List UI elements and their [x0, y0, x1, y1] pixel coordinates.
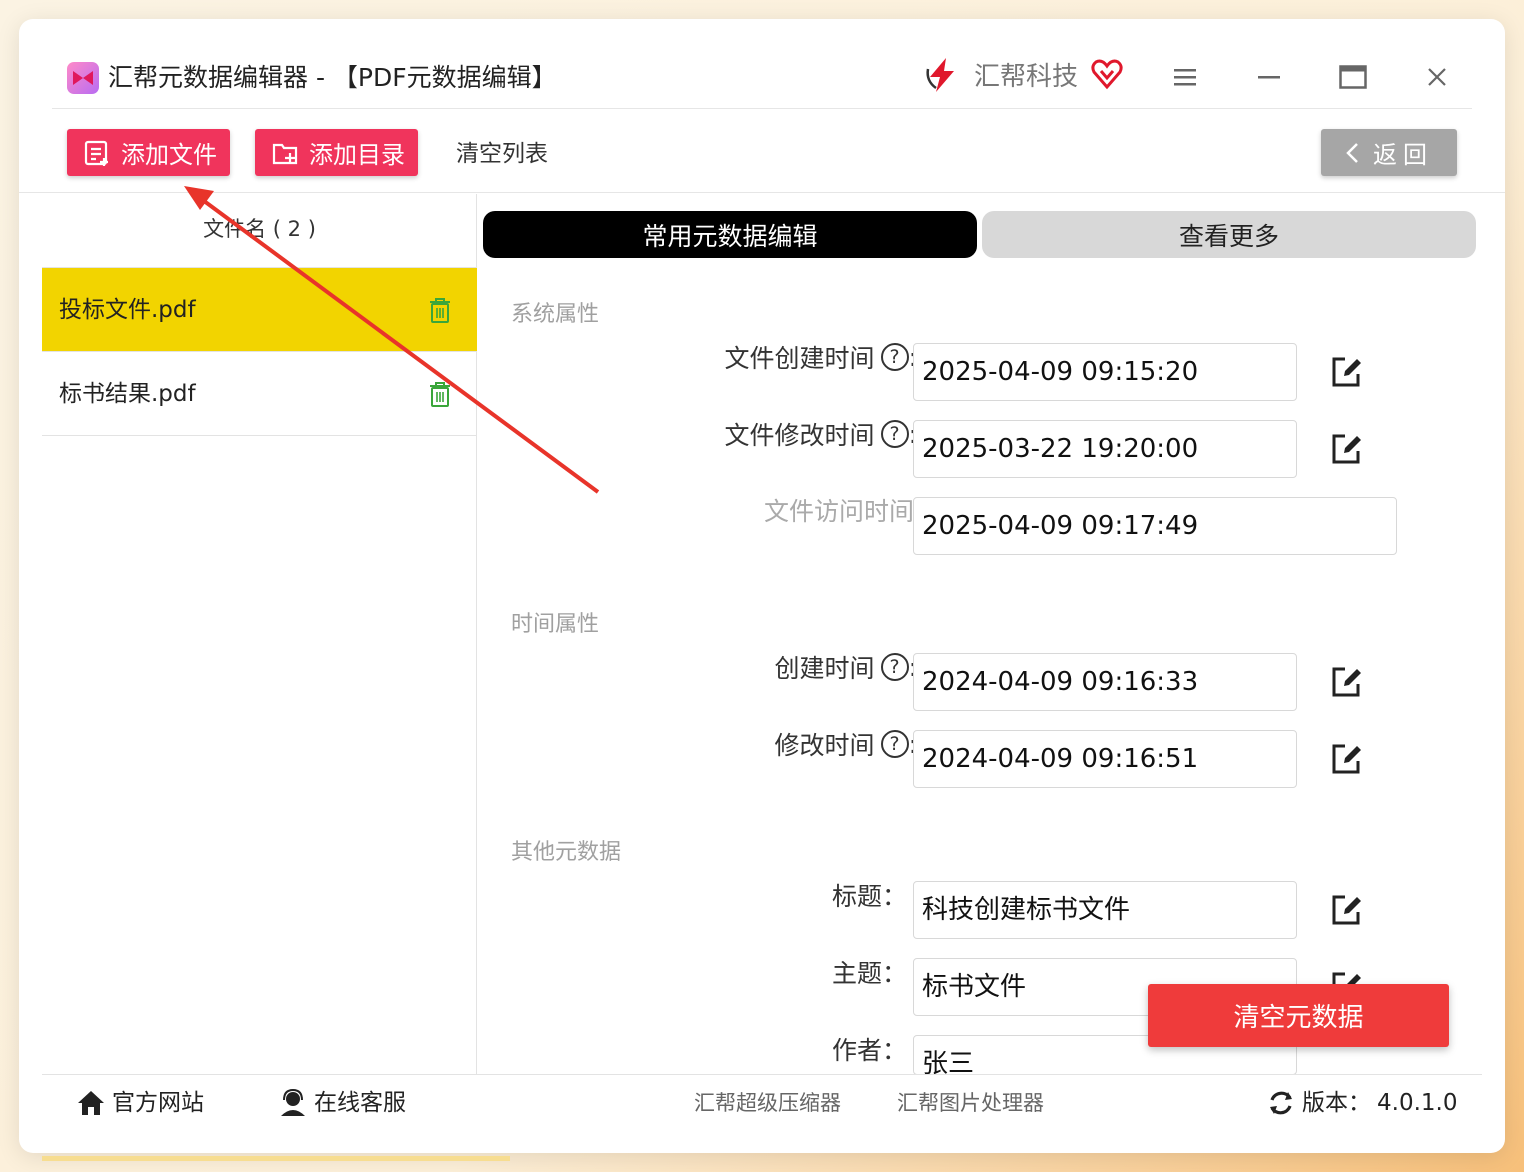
back-button[interactable]: 返回 [1321, 129, 1457, 176]
section-title-time: 时间属性 [511, 612, 600, 637]
version-info: 版本： 4.0.1.0 [1266, 1087, 1457, 1119]
tab-view-more[interactable]: 查看更多 [982, 211, 1476, 258]
trash-icon[interactable] [428, 296, 452, 324]
footer: 官方网站 在线客服 汇帮超级压缩器 汇帮图片处理器 版本： 4.0.1.0 [42, 1074, 1482, 1132]
field-label-author: 作者： [832, 1031, 907, 1067]
edit-icon[interactable] [1330, 432, 1364, 466]
toolbar: 添加文件 添加目录 清空列表 返回 [19, 109, 1505, 193]
field-label-text: 创建时间 [774, 654, 875, 683]
version-value: 4.0.1.0 [1377, 1090, 1458, 1116]
refresh-icon[interactable] [1266, 1088, 1296, 1118]
menu-icon[interactable] [1167, 59, 1203, 95]
metadata-panel: 常用元数据编辑 查看更多 系统属性 文件创建时间?: 2025-04-09 09… [478, 194, 1482, 1079]
brand-logo-icon [926, 58, 954, 92]
modified-time-input[interactable]: 2024-04-09 09:16:51 [913, 730, 1297, 788]
field-label-text: 文件访问时间 [763, 497, 914, 526]
section-title-other: 其他元数据 [511, 840, 622, 865]
section-title-system: 系统属性 [511, 302, 600, 327]
field-label-text: 文件修改时间 [724, 421, 875, 450]
title-bar: 汇帮元数据编辑器 - 【PDF元数据编辑】 汇帮科技 [52, 19, 1472, 109]
version-label: 版本： [1302, 1090, 1371, 1116]
window-title: 汇帮元数据编辑器 - 【PDF元数据编辑】 [108, 63, 557, 92]
help-icon[interactable]: ? [880, 730, 909, 758]
home-icon [78, 1091, 104, 1115]
add-directory-button[interactable]: 添加目录 [255, 129, 418, 176]
compressor-link[interactable]: 汇帮超级压缩器 [694, 1087, 841, 1119]
field-label-modified: 修改时间?: [775, 726, 917, 762]
heart-icon [1091, 59, 1123, 90]
edit-icon[interactable] [1330, 355, 1364, 389]
help-icon[interactable]: ? [880, 420, 909, 448]
support-agent-icon [281, 1088, 305, 1116]
file-list-item[interactable]: 投标文件.pdf [42, 268, 477, 352]
file-list-panel: 文件名 ( 2 ) 投标文件.pdf 标书结果.pdf [42, 194, 477, 1074]
trash-icon[interactable] [428, 380, 452, 408]
field-label-text: 标题： [831, 882, 907, 911]
file-list-header: 文件名 ( 2 ) [42, 194, 477, 268]
field-label-subject: 主题： [832, 954, 907, 990]
field-label-file-modified: 文件修改时间?: [725, 416, 917, 452]
folder-add-icon [272, 143, 298, 164]
edit-icon[interactable] [1330, 665, 1364, 699]
maximize-icon[interactable] [1335, 59, 1371, 95]
help-icon[interactable]: ? [880, 343, 909, 371]
file-modified-time-input[interactable]: 2025-03-22 19:20:00 [913, 420, 1297, 478]
image-processor-link[interactable]: 汇帮图片处理器 [897, 1087, 1044, 1119]
field-label-text: 主题： [831, 959, 907, 988]
created-time-input[interactable]: 2024-04-09 09:16:33 [913, 653, 1297, 711]
field-label-file-created: 文件创建时间?: [725, 339, 917, 375]
field-label-title: 标题： [832, 877, 907, 913]
edit-icon[interactable] [1330, 742, 1364, 776]
app-logo-icon [67, 62, 99, 94]
minimize-icon[interactable] [1251, 59, 1287, 95]
add-file-button[interactable]: 添加文件 [67, 129, 230, 176]
file-name: 投标文件.pdf [59, 297, 196, 323]
file-name: 标书结果.pdf [59, 381, 196, 407]
add-directory-label: 添加目录 [309, 141, 405, 169]
clear-list-button[interactable]: 清空列表 [456, 139, 548, 169]
chevron-left-icon [1346, 142, 1358, 163]
file-accessed-time-input[interactable]: 2025-04-09 09:17:49 [913, 497, 1397, 555]
file-created-time-input[interactable]: 2025-04-09 09:15:20 [913, 343, 1297, 401]
bottom-accent-strip [42, 1156, 510, 1161]
official-website-label: 官方网站 [112, 1090, 204, 1116]
brand-name: 汇帮科技 [974, 62, 1079, 92]
field-label-created: 创建时间?: [775, 649, 917, 685]
online-support-label: 在线客服 [314, 1090, 406, 1116]
field-label-text: 作者： [831, 1036, 907, 1065]
help-icon[interactable]: ? [880, 653, 909, 681]
field-label-text: 文件创建时间 [724, 344, 875, 373]
field-label-file-accessed: 文件访问时间 [764, 492, 914, 528]
tab-common-metadata[interactable]: 常用元数据编辑 [483, 211, 977, 258]
file-list-item[interactable]: 标书结果.pdf [42, 352, 477, 436]
close-icon[interactable] [1419, 59, 1455, 95]
title-input[interactable]: 科技创建标书文件 [913, 881, 1297, 939]
edit-icon[interactable] [1330, 893, 1364, 927]
clear-metadata-button[interactable]: 清空元数据 [1148, 984, 1449, 1047]
file-add-icon [84, 140, 108, 166]
back-label: 返回 [1373, 141, 1433, 169]
field-label-text: 修改时间 [774, 731, 875, 760]
online-support-link[interactable]: 在线客服 [278, 1087, 406, 1119]
app-window: 汇帮元数据编辑器 - 【PDF元数据编辑】 汇帮科技 添加文件 添加目录 清空列… [19, 19, 1505, 1153]
add-file-label: 添加文件 [121, 141, 217, 169]
official-website-link[interactable]: 官方网站 [76, 1087, 204, 1119]
